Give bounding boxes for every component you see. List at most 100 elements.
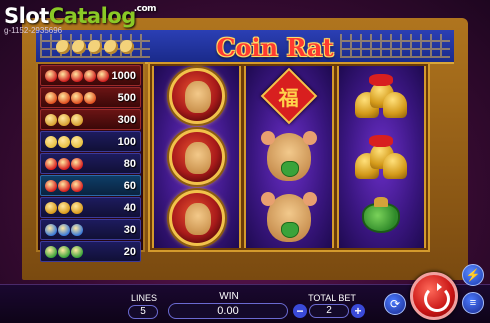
autoplay-icon: ⟳	[389, 297, 401, 311]
fu-character: 福	[278, 85, 299, 110]
watermark-catalog-text: Catalog	[48, 4, 136, 28]
paytable-symbols	[45, 223, 83, 236]
paytable-row: 30	[40, 219, 141, 240]
watermark-com-text: .com	[133, 4, 157, 14]
paytable-value: 80	[123, 157, 136, 170]
paytable-symbol-icon	[71, 245, 83, 258]
fu-symbol-icon: 福	[259, 68, 319, 125]
paytable-symbol-icon	[58, 179, 70, 192]
paytable-value: 60	[123, 179, 136, 192]
paytable-row: 1000	[40, 65, 141, 86]
paytable-symbol-icon	[97, 69, 109, 82]
paytable-symbols	[45, 69, 109, 82]
paytable-symbols	[45, 157, 83, 170]
paytable-row: 20	[40, 241, 141, 262]
paytable-symbols	[45, 91, 96, 104]
paytable-symbol-icon	[45, 91, 57, 104]
paytable-value: 500	[117, 91, 136, 104]
golden-bells-icon	[351, 68, 411, 124]
rat-with-sack-icon	[259, 129, 319, 185]
win-label: WIN	[219, 291, 239, 302]
paytable-value: 100	[117, 135, 136, 148]
watermark-id: g-1152-2935696	[4, 26, 63, 35]
turbo-button[interactable]: ⚡	[462, 264, 484, 286]
paytable-row: 500	[40, 87, 141, 108]
paytable-row: 60	[40, 175, 141, 196]
paytable-symbol-icon	[45, 201, 57, 214]
paytable-symbol-icon	[45, 223, 57, 236]
paytable-symbol-icon	[71, 223, 83, 236]
paytable-symbol-icon	[45, 135, 57, 148]
paytable-symbol-icon	[71, 113, 83, 126]
paytable-symbol-icon	[58, 135, 70, 148]
paytable-value: 40	[123, 201, 136, 214]
paytable-row: 100	[40, 131, 141, 152]
wild-rat-coin-icon	[167, 128, 227, 185]
lines-value[interactable]: 5	[128, 305, 158, 319]
paytable-row: 40	[40, 197, 141, 218]
paytable-symbol-icon	[71, 91, 83, 104]
spin-button[interactable]	[410, 272, 458, 320]
mouse-icon	[120, 40, 134, 54]
total-bet-label: TOTAL BET	[308, 293, 356, 303]
total-bet-value: 2	[309, 304, 349, 318]
paytable-symbol-icon	[58, 201, 70, 214]
paytable-symbol-icon	[45, 157, 57, 170]
paytable-symbol-icon	[58, 223, 70, 236]
game-screen: Coin Rat SlotCatalog.com g-1152-2935696 …	[0, 0, 490, 323]
paytable-symbol-icon	[45, 69, 57, 82]
mouse-icon	[72, 40, 86, 54]
paytable-symbols	[45, 245, 83, 258]
mouse-icon	[88, 40, 102, 54]
paytable-symbol-icon	[84, 69, 96, 82]
paytable-row: 80	[40, 153, 141, 174]
paytable-symbols	[45, 135, 83, 148]
paytable-symbol-icon	[58, 245, 70, 258]
paytable-symbol-icon	[58, 157, 70, 170]
win-value: 0.00	[168, 303, 288, 319]
wild-rat-coin-icon	[167, 189, 227, 246]
watermark-slot-text: Slot	[4, 4, 49, 28]
paytable-symbol-icon	[84, 91, 96, 104]
mouse-icon	[104, 40, 118, 54]
autoplay-button[interactable]: ⟳	[384, 293, 406, 315]
game-logo: Coin Rat	[216, 33, 334, 62]
bet-increase-button[interactable]: +	[351, 304, 365, 318]
spin-arrow-icon	[437, 283, 442, 291]
coin-menu-button[interactable]: ≡	[462, 292, 484, 314]
paytable-row: 300	[40, 109, 141, 130]
paytable-value: 1000	[111, 69, 136, 82]
paytable-symbol-icon	[58, 91, 70, 104]
site-watermark: SlotCatalog.com	[4, 4, 157, 28]
green-pouch-icon	[351, 190, 411, 246]
lightning-icon: ⚡	[465, 268, 481, 282]
paytable-symbol-icon	[45, 179, 57, 192]
paytable-symbols	[45, 113, 83, 126]
paytable-symbols	[45, 201, 83, 214]
paytable-value: 30	[123, 223, 136, 236]
reels-area: 福	[148, 62, 430, 252]
reel-1	[152, 66, 242, 248]
paytable: 1000 500 300 100 80 60 40 30 20	[36, 62, 145, 262]
mouse-icon	[56, 40, 70, 54]
lines-label: LINES	[130, 293, 157, 303]
paytable-symbol-icon	[71, 201, 83, 214]
reel-2: 福	[244, 66, 334, 248]
paytable-symbol-icon	[45, 113, 57, 126]
paytable-value: 300	[117, 113, 136, 126]
reel-3	[336, 66, 426, 248]
paytable-symbols	[45, 179, 83, 192]
paytable-symbol-icon	[71, 157, 83, 170]
paytable-value: 20	[123, 245, 136, 258]
bet-decrease-button[interactable]: −	[293, 304, 307, 318]
paytable-symbol-icon	[71, 135, 83, 148]
golden-bells-icon	[351, 129, 411, 185]
paytable-symbol-icon	[58, 69, 70, 82]
rat-with-sack-icon	[259, 190, 319, 246]
wild-rat-coin-icon	[167, 68, 227, 125]
mice-decoration	[40, 33, 150, 61]
paytable-symbol-icon	[45, 245, 57, 258]
paytable-symbol-icon	[71, 69, 83, 82]
coin-stack-icon: ≡	[469, 297, 477, 309]
paytable-symbol-icon	[58, 113, 70, 126]
